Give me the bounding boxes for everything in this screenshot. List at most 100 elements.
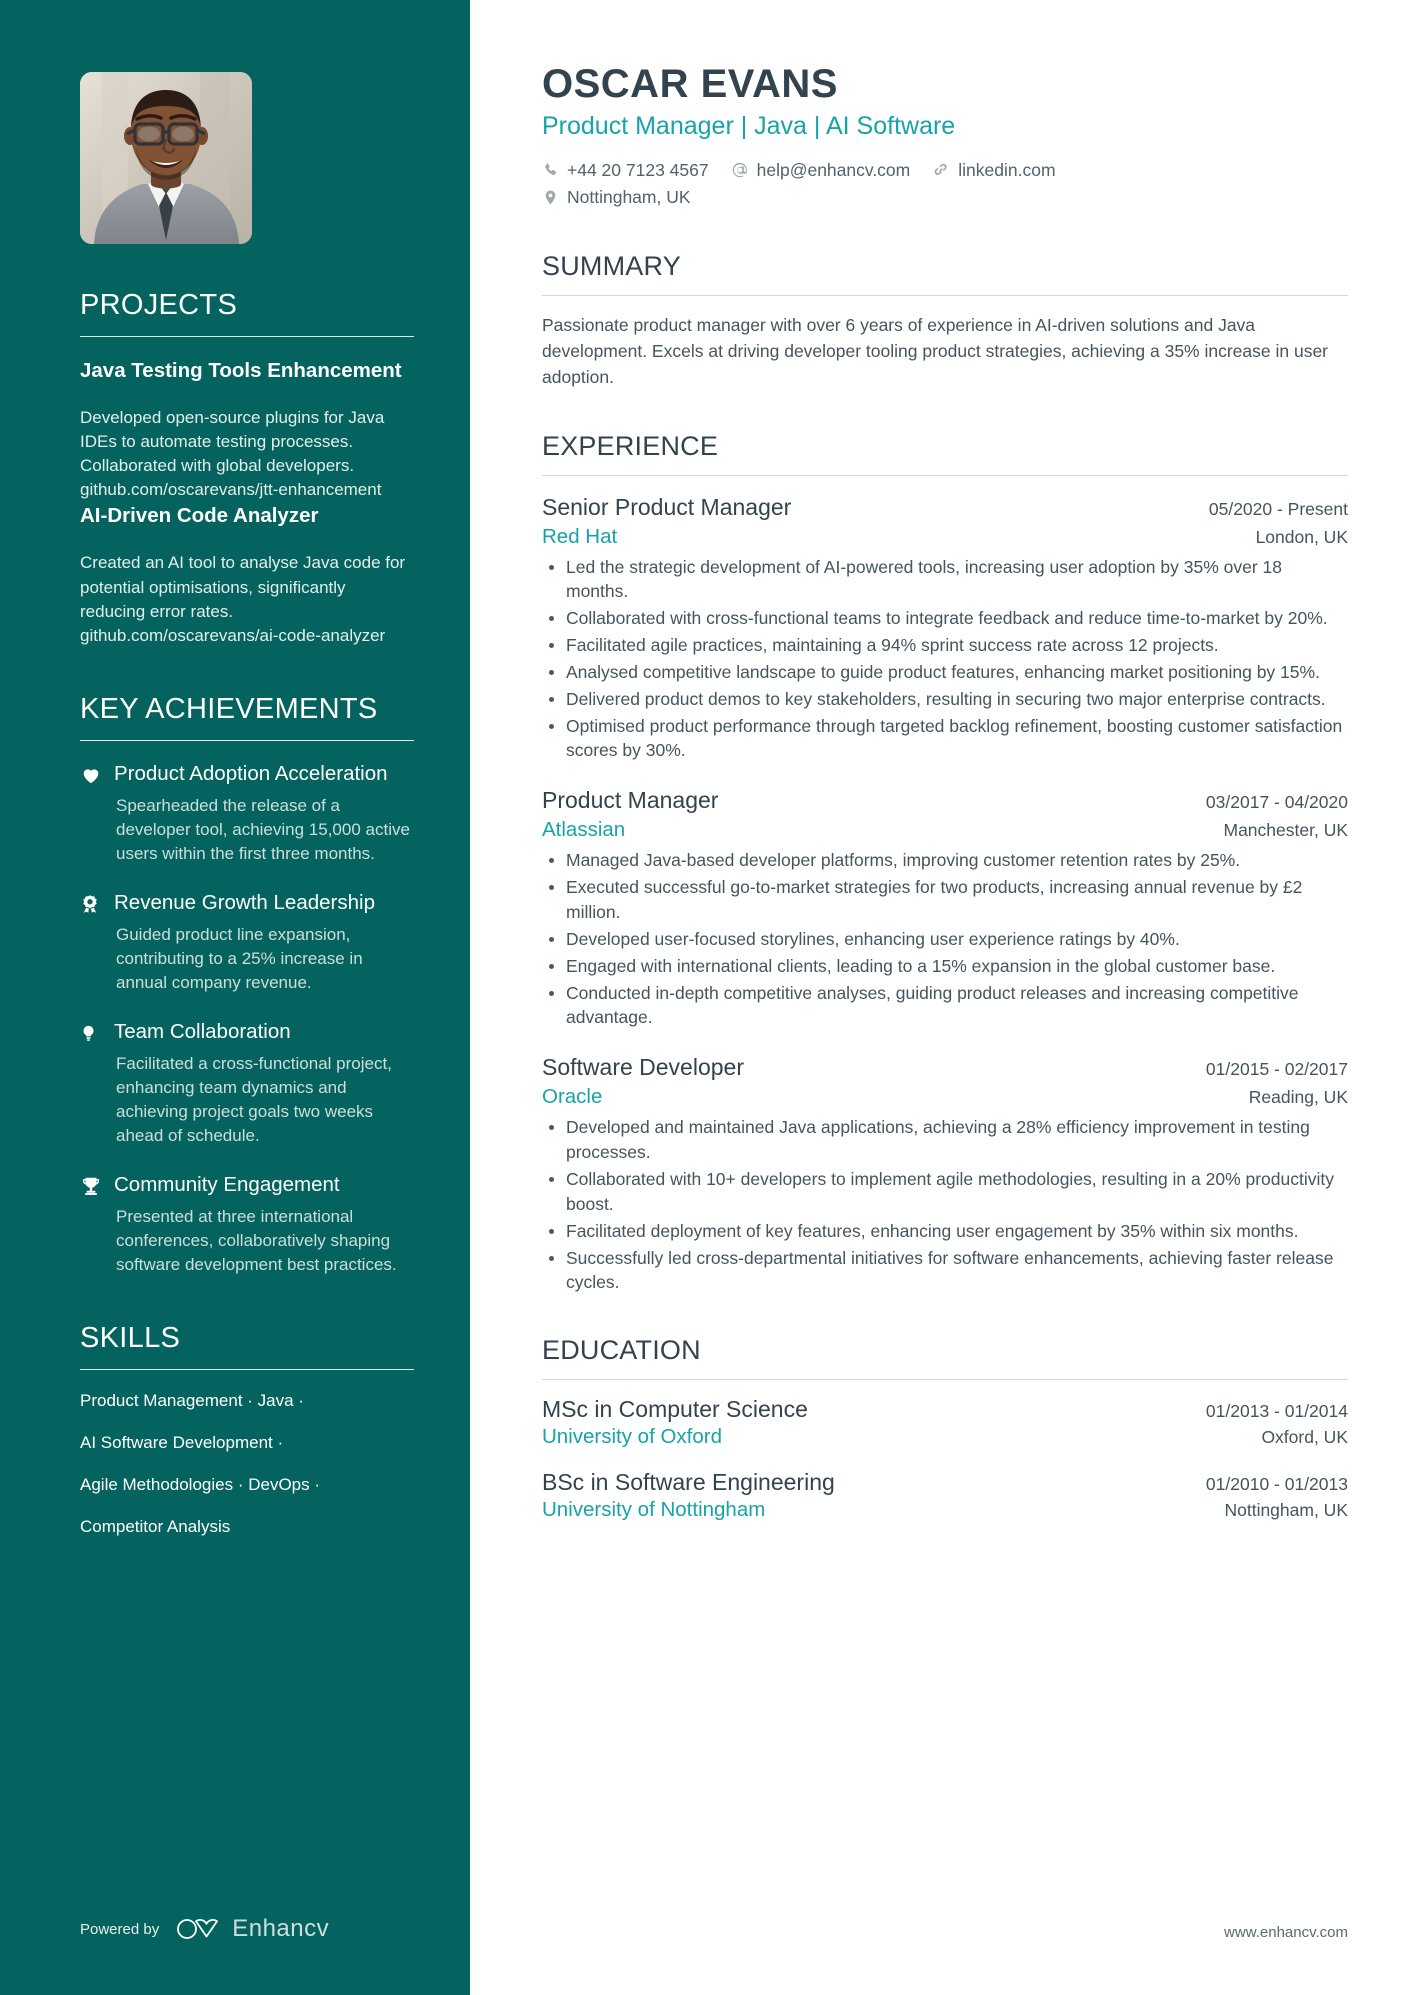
job-company: Red Hat bbox=[542, 524, 618, 548]
job-bullet: Developed user-focused storylines, enhan… bbox=[542, 927, 1348, 952]
main-content: OSCAR EVANS Product Manager | Java | AI … bbox=[470, 0, 1410, 1995]
job-company: Atlassian bbox=[542, 818, 626, 842]
project-item: Java Testing Tools Enhancement Developed… bbox=[80, 357, 414, 503]
job-location: Manchester, UK bbox=[1223, 820, 1349, 841]
trophy-icon bbox=[80, 1172, 114, 1277]
location-icon bbox=[545, 190, 556, 205]
education-degree: MSc in Computer Science bbox=[542, 1396, 808, 1423]
profile-photo bbox=[80, 72, 252, 244]
job-location: Reading, UK bbox=[1248, 1087, 1348, 1108]
experience-section: EXPERIENCE Senior Product Manager 05/202… bbox=[542, 431, 1348, 1296]
job-bullet: Developed and maintained Java applicatio… bbox=[542, 1115, 1348, 1165]
skills-heading: SKILLS bbox=[80, 1322, 181, 1355]
job-bullets: Led the strategic development of AI-powe… bbox=[542, 555, 1348, 764]
divider bbox=[80, 1368, 414, 1370]
job-company: Oracle bbox=[542, 1085, 603, 1109]
powered-by-label: Powered by bbox=[80, 1920, 160, 1938]
enhancv-logo: Enhancv bbox=[175, 1915, 329, 1943]
education-location: Oxford, UK bbox=[1261, 1427, 1348, 1448]
project-item: AI-Driven Code Analyzer Created an AI to… bbox=[80, 502, 414, 648]
job-date: 01/2015 - 02/2017 bbox=[1205, 1059, 1348, 1080]
phone-icon bbox=[545, 163, 556, 175]
contact-phone: +44 20 7123 4567 bbox=[542, 157, 709, 184]
contact-email[interactable]: help@enhancv.com bbox=[731, 157, 911, 184]
divider bbox=[542, 1379, 1348, 1381]
enhancv-mark-icon bbox=[177, 1919, 219, 1939]
divider bbox=[80, 739, 414, 741]
education-degree: BSc in Software Engineering bbox=[542, 1469, 835, 1496]
project-description: Developed open-source plugins for Java I… bbox=[80, 407, 385, 500]
contact-location: Nottingham, UK bbox=[542, 184, 691, 211]
summary-heading: SUMMARY bbox=[542, 250, 681, 281]
job-bullet: Analysed competitive landscape to guide … bbox=[542, 660, 1348, 685]
achievement-description: Facilitated a cross-functional project, … bbox=[116, 1053, 392, 1145]
experience-heading: EXPERIENCE bbox=[542, 430, 719, 461]
divider bbox=[80, 335, 414, 337]
job-bullets: Managed Java-based developer platforms, … bbox=[542, 848, 1348, 1030]
education-section: EDUCATION MSc in Computer Science 01/201… bbox=[542, 1335, 1348, 1522]
job-bullet: Delivered product demos to key stakehold… bbox=[542, 687, 1348, 712]
summary-section: SUMMARY Passionate product manager with … bbox=[542, 251, 1348, 391]
skills-line: Competitor Analysis bbox=[80, 1516, 231, 1536]
job-bullet: Collaborated with 10+ developers to impl… bbox=[542, 1167, 1348, 1217]
divider bbox=[542, 474, 1348, 476]
contact-linkedin[interactable]: linkedin.com bbox=[932, 157, 1056, 184]
lightbulb-icon bbox=[80, 1019, 114, 1148]
job-bullet: Facilitated deployment of key features, … bbox=[542, 1219, 1348, 1244]
linkedin-value: linkedin.com bbox=[958, 159, 1056, 180]
education-heading: EDUCATION bbox=[542, 1335, 701, 1366]
sidebar-footer: Powered by Enhancv bbox=[80, 1915, 329, 1943]
education-entry: BSc in Software Engineering 01/2010 - 01… bbox=[542, 1469, 1348, 1522]
education-date: 01/2013 - 01/2014 bbox=[1205, 1401, 1348, 1422]
achievement-item: Team Collaboration Facilitated a cross-f… bbox=[80, 1019, 414, 1148]
skills-line: Agile Methodologies · DevOps · bbox=[80, 1474, 321, 1494]
achievement-description: Spearheaded the release of a developer t… bbox=[116, 795, 410, 863]
education-date: 01/2010 - 01/2013 bbox=[1205, 1474, 1348, 1495]
achievement-item: Product Adoption Acceleration Spearheade… bbox=[80, 761, 414, 866]
job-bullet: Executed successful go-to-market strateg… bbox=[542, 875, 1348, 925]
skills-line: Product Management · Java · bbox=[80, 1390, 304, 1410]
job-bullet: Managed Java-based developer platforms, … bbox=[542, 848, 1348, 873]
location-value: Nottingham, UK bbox=[567, 186, 691, 207]
project-name: Java Testing Tools Enhancement bbox=[80, 358, 402, 382]
achievement-title: Community Engagement bbox=[114, 1173, 340, 1197]
job-location: London, UK bbox=[1255, 526, 1348, 547]
job-date: 03/2017 - 04/2020 bbox=[1205, 792, 1348, 813]
key-achievements-heading: KEY ACHIEVEMENTS bbox=[80, 692, 378, 725]
achievement-title: Team Collaboration bbox=[114, 1019, 291, 1043]
experience-entry: Software Developer 01/2015 - 02/2017 Ora… bbox=[542, 1052, 1348, 1295]
job-bullets: Developed and maintained Java applicatio… bbox=[542, 1115, 1348, 1295]
job-bullet: Engaged with international clients, lead… bbox=[542, 954, 1348, 979]
job-date: 05/2020 - Present bbox=[1208, 498, 1348, 519]
projects-heading: PROJECTS bbox=[80, 289, 238, 321]
email-value: help@enhancv.com bbox=[756, 159, 911, 180]
job-bullet: Successfully led cross-departmental init… bbox=[542, 1246, 1348, 1296]
achievement-description: Presented at three international confere… bbox=[116, 1206, 397, 1274]
link-icon bbox=[934, 163, 947, 176]
job-title: Senior Product Manager bbox=[542, 493, 792, 520]
sidebar: PROJECTS Java Testing Tools Enhancement … bbox=[0, 0, 470, 1995]
skills-line: AI Software Development · bbox=[80, 1432, 284, 1452]
job-role-subtitle: Product Manager | Java | AI Software bbox=[542, 112, 956, 140]
phone-value: +44 20 7123 4567 bbox=[567, 159, 709, 180]
achievement-description: Guided product line expansion, contribut… bbox=[116, 924, 363, 992]
job-bullet: Optimised product performance through ta… bbox=[542, 714, 1348, 764]
enhancv-wordmark: Enhancv bbox=[232, 1915, 330, 1942]
achievement-item: Community Engagement Presented at three … bbox=[80, 1172, 414, 1277]
contact-info: +44 20 7123 4567 help@enhancv.com linked… bbox=[542, 157, 1348, 211]
award-ribbon-icon bbox=[80, 890, 114, 995]
divider bbox=[542, 294, 1348, 296]
heart-icon bbox=[80, 761, 114, 866]
experience-entry: Product Manager 03/2017 - 04/2020 Atlass… bbox=[542, 785, 1348, 1030]
project-name: AI-Driven Code Analyzer bbox=[80, 504, 319, 528]
project-description: Created an AI tool to analyse Java code … bbox=[80, 553, 406, 645]
job-title: Software Developer bbox=[542, 1054, 744, 1081]
education-location: Nottingham, UK bbox=[1224, 1500, 1348, 1521]
job-bullet: Collaborated with cross-functional teams… bbox=[542, 606, 1348, 631]
skills-section: SKILLS Product Management · Java · AI So… bbox=[80, 1322, 414, 1539]
resume-page: PROJECTS Java Testing Tools Enhancement … bbox=[0, 0, 1410, 1995]
education-entry: MSc in Computer Science 01/2013 - 01/201… bbox=[542, 1396, 1348, 1449]
website-footer[interactable]: www.enhancv.com bbox=[1224, 1924, 1348, 1941]
education-school: University of Nottingham bbox=[542, 1498, 766, 1522]
key-achievements-section: KEY ACHIEVEMENTS Product Adoption Accele… bbox=[80, 692, 414, 1277]
